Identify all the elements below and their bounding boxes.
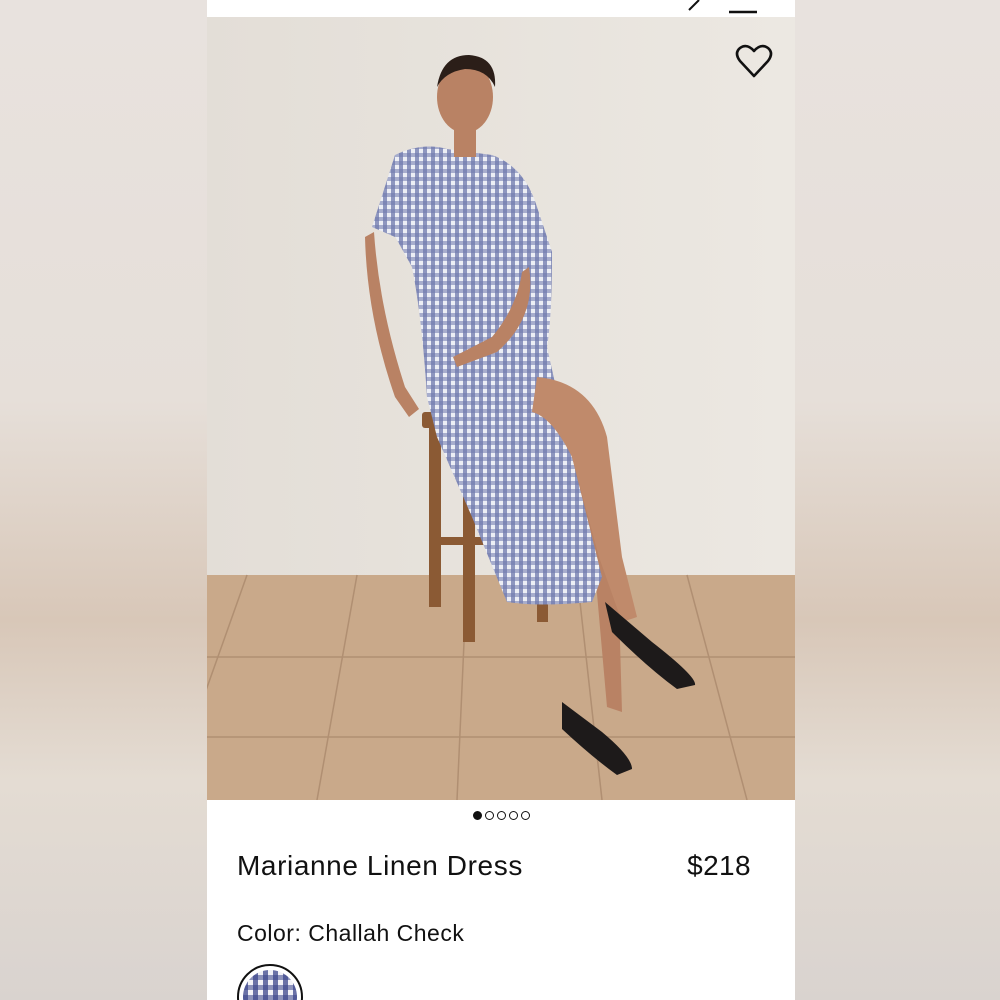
gingham-swatch [243, 970, 297, 1000]
search-icon[interactable] [683, 0, 707, 16]
color-swatch-challah-check[interactable] [237, 964, 303, 1000]
carousel-dot[interactable] [496, 811, 506, 820]
color-value: Challah Check [308, 920, 465, 946]
product-page: Marianne Linen Dress $218 Color: Challah… [207, 0, 795, 1000]
product-name: Marianne Linen Dress [237, 850, 523, 881]
color-row: Color: Challah Check [237, 920, 464, 947]
carousel-dot[interactable] [472, 811, 482, 820]
product-image[interactable] [207, 17, 795, 800]
top-bar [207, 0, 795, 17]
carousel-dot[interactable] [508, 811, 518, 820]
carousel-indicator [207, 811, 795, 825]
menu-icon[interactable] [727, 0, 761, 16]
color-label: Color: [237, 920, 302, 946]
heart-outline-icon[interactable] [735, 43, 773, 79]
carousel-dot[interactable] [520, 811, 530, 820]
product-price: $218 [687, 850, 751, 881]
product-title-row: Marianne Linen Dress $218 [237, 850, 751, 882]
carousel-dot[interactable] [484, 811, 494, 820]
